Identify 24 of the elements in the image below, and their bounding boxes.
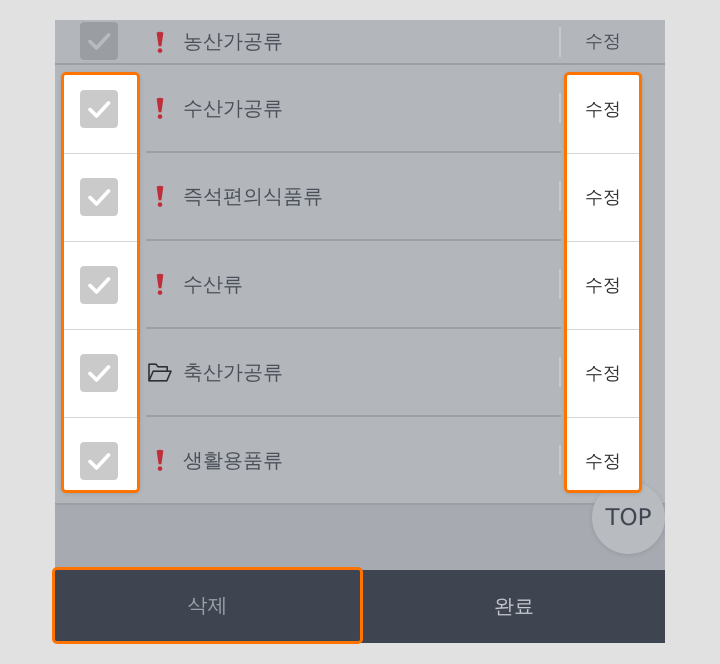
category-label: 수산가공류 [183, 94, 284, 122]
edit-button[interactable]: 수정 [583, 354, 623, 392]
edit-button[interactable]: 수정 [583, 90, 623, 128]
edit-button[interactable]: 수정 [583, 442, 623, 480]
category-label: 농산가공류 [183, 28, 284, 55]
category-label: 생활용품류 [183, 446, 284, 474]
checkbox[interactable] [80, 22, 118, 60]
exclamation-icon [156, 449, 164, 471]
exclamation-icon [156, 185, 164, 207]
delete-button[interactable]: 삭제 [52, 567, 363, 644]
exclamation-icon [156, 97, 164, 119]
checkbox[interactable] [80, 90, 118, 128]
category-label: 수산류 [183, 270, 244, 298]
checkbox[interactable] [80, 442, 118, 480]
edit-button[interactable]: 수정 [583, 178, 623, 216]
edit-button[interactable]: 수정 [583, 266, 623, 304]
checkbox[interactable] [80, 354, 118, 392]
exclamation-icon [156, 30, 164, 52]
folder-icon [148, 362, 172, 382]
checkbox[interactable] [80, 178, 118, 216]
checkbox[interactable] [80, 266, 118, 304]
category-label: 축산가공류 [183, 358, 284, 386]
category-label: 즉석편의식품류 [183, 182, 324, 210]
exclamation-icon [156, 273, 164, 295]
